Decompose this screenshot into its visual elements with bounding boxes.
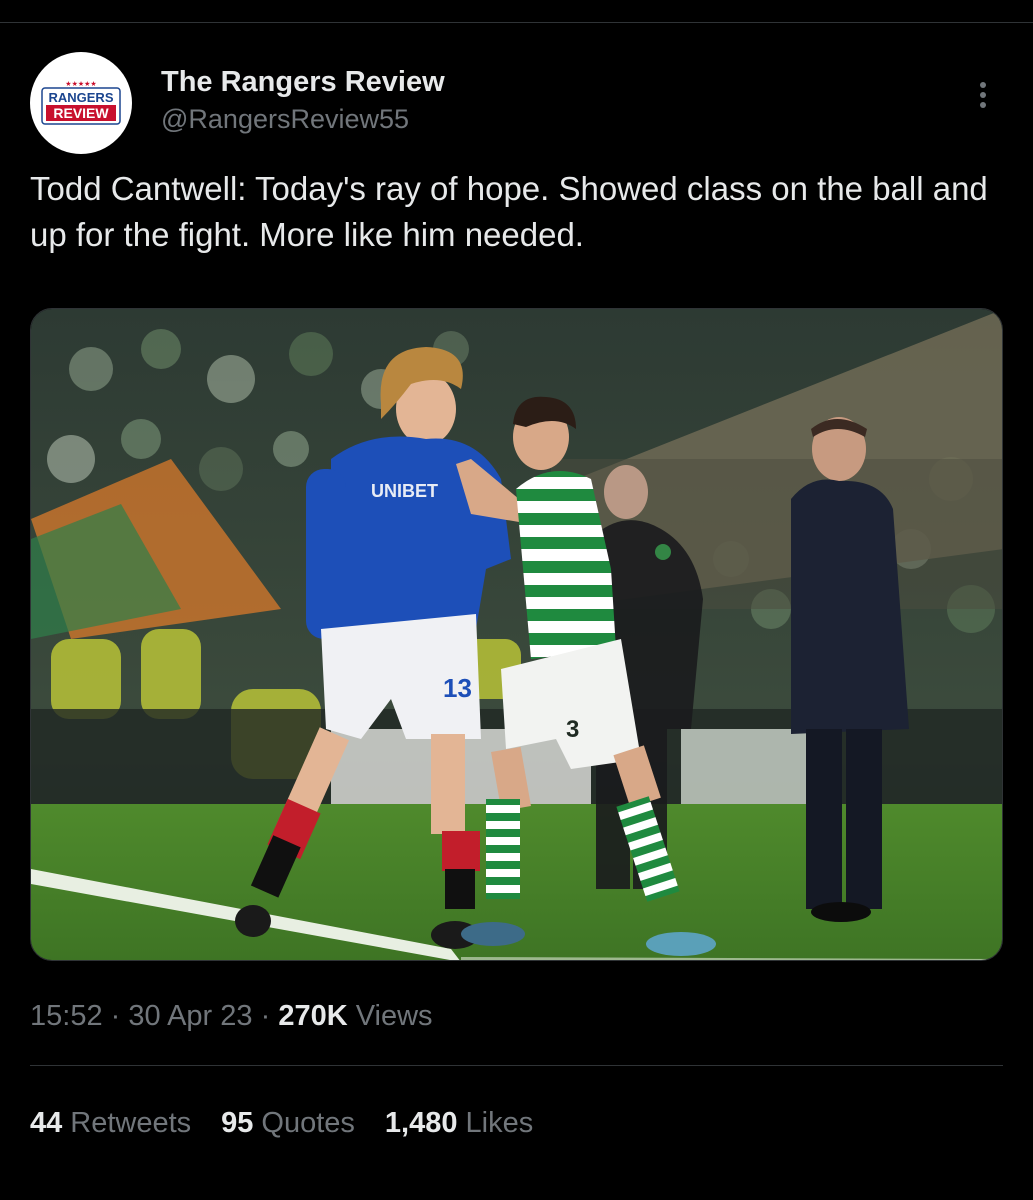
tweet-header: ★★★★★ RANGERS REVIEW The Rangers Review … <box>30 52 1000 156</box>
avatar[interactable]: ★★★★★ RANGERS REVIEW <box>30 52 132 154</box>
quotes-stat[interactable]: 95 Quotes <box>221 1103 355 1143</box>
tweet-time[interactable]: 15:52 <box>30 1000 103 1032</box>
views-count: 270K <box>278 1000 348 1032</box>
stats-divider <box>30 1065 1003 1066</box>
tweet-text: Todd Cantwell: Today's ray of hope. Show… <box>30 170 988 253</box>
svg-text:UNIBET: UNIBET <box>371 481 438 501</box>
rangers-review-logo: ★★★★★ RANGERS REVIEW <box>41 80 121 125</box>
author-names: The Rangers Review @RangersReview55 <box>161 64 445 136</box>
svg-text:REVIEW: REVIEW <box>53 105 109 121</box>
likes-label: Likes <box>465 1107 534 1139</box>
meta-separator: · <box>110 1000 121 1032</box>
retweets-stat[interactable]: 44 Retweets <box>30 1103 191 1143</box>
quotes-count: 95 <box>221 1107 254 1139</box>
views-label: Views <box>355 1000 433 1032</box>
handle[interactable]: @RangersReview55 <box>161 102 445 136</box>
svg-text:13: 13 <box>443 673 472 703</box>
tweet-stats: 44 Retweets 95 Quotes 1,480 Likes <box>30 1103 533 1143</box>
more-options-icon[interactable] <box>960 72 1006 118</box>
likes-count: 1,480 <box>384 1107 458 1139</box>
svg-text:3: 3 <box>566 716 579 743</box>
display-name[interactable]: The Rangers Review <box>161 64 445 100</box>
meta-separator: · <box>260 1000 271 1032</box>
svg-text:★★★★★: ★★★★★ <box>65 80 96 88</box>
top-divider <box>0 22 1033 23</box>
football-photo: UNIBET 13 3 <box>31 309 1002 960</box>
tweet-photo[interactable]: UNIBET 13 3 <box>30 308 1003 961</box>
quotes-label: Quotes <box>261 1107 355 1139</box>
svg-text:RANGERS: RANGERS <box>48 90 113 105</box>
tweet-meta: 15:52 · 30 Apr 23 · 270K Views <box>30 996 433 1036</box>
likes-stat[interactable]: 1,480 Likes <box>385 1103 533 1143</box>
tweet-date[interactable]: 30 Apr 23 <box>128 1000 252 1032</box>
retweets-label: Retweets <box>70 1107 192 1139</box>
retweets-count: 44 <box>30 1107 63 1139</box>
